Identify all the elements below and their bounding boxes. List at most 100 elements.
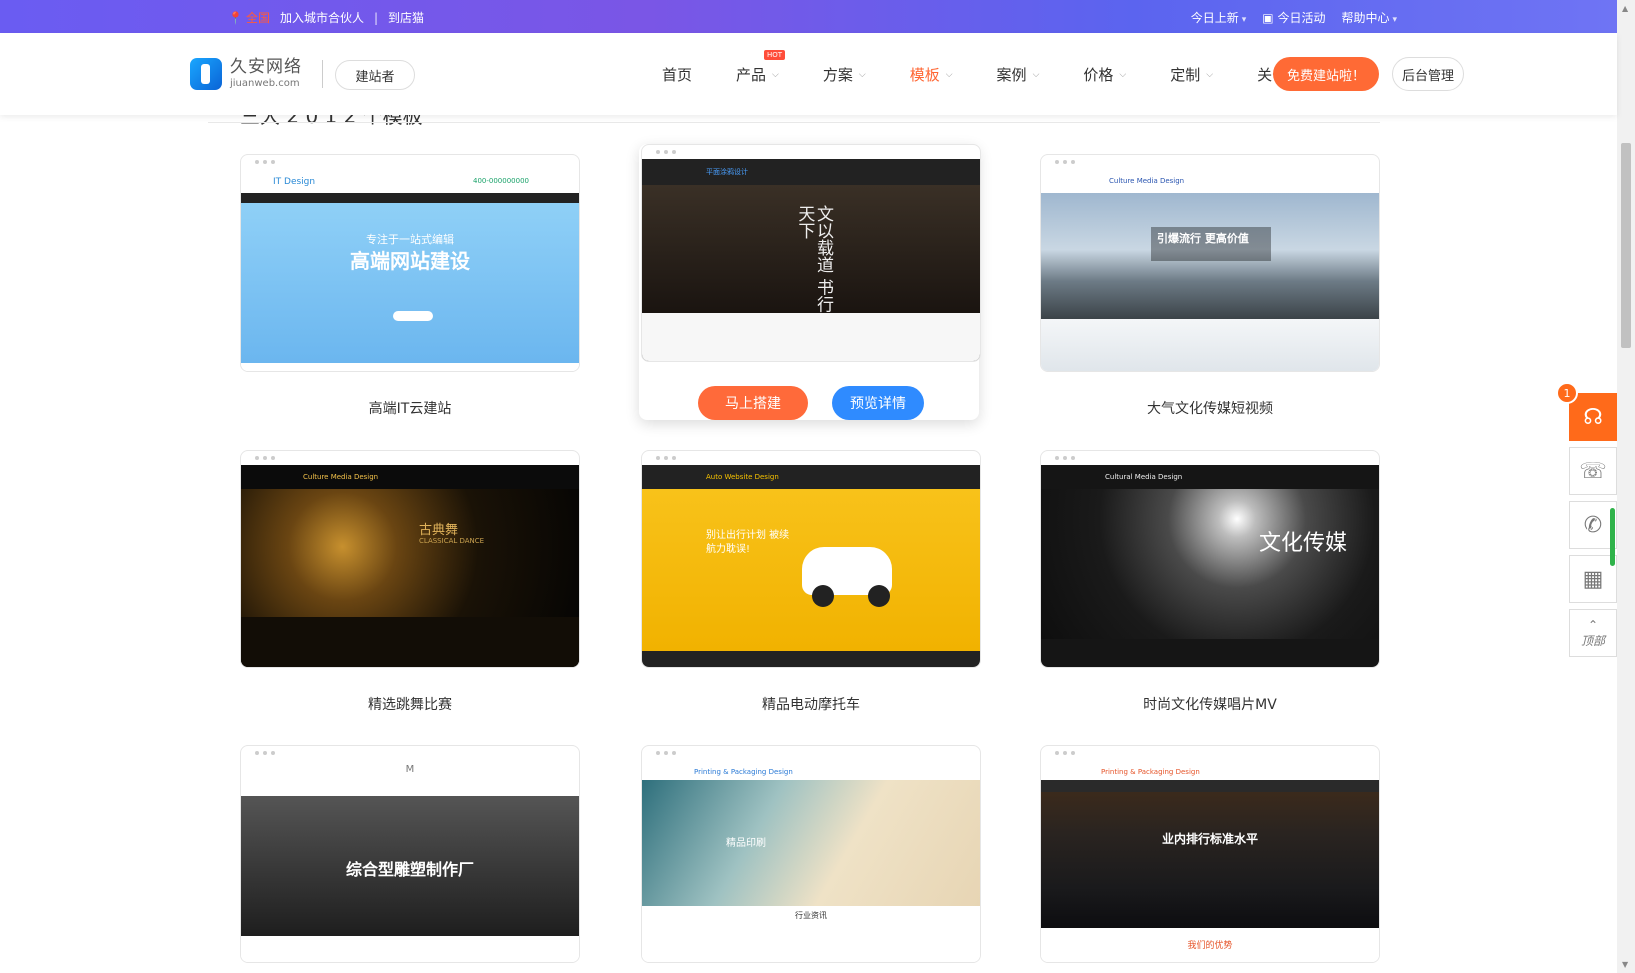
template-hero-title: 业内排行标准水平: [1161, 832, 1258, 846]
template-card[interactable]: Cultural Media Design 文化传媒 时尚文化传媒唱片MV: [1040, 450, 1380, 714]
builder-button[interactable]: 建站者: [335, 60, 415, 90]
nav-cases[interactable]: 案例 ⌵: [997, 64, 1040, 85]
admin-button[interactable]: 后台管理: [1392, 57, 1464, 91]
chevron-down-icon: ⌵: [1032, 69, 1040, 80]
window-dots: [1055, 456, 1075, 460]
gift-icon: ▣: [1262, 11, 1274, 25]
topbar-separator: |: [373, 10, 379, 25]
window-dots: [1055, 160, 1075, 164]
window-dots: [255, 160, 275, 164]
headset-icon: ☊: [1583, 404, 1603, 430]
location-pin-icon: 📍: [228, 10, 243, 25]
template-section-label: 行业资讯: [795, 911, 827, 920]
template-hero-title: 古典舞: [419, 523, 459, 538]
template-brand: Printing & Packaging Design: [1101, 768, 1200, 776]
chevron-down-icon: ⌵: [1119, 69, 1127, 80]
nav-templates[interactable]: 模板 ⌵: [910, 64, 953, 85]
template-card[interactable]: IT Design 400-000000000 专注于一站式编辑 高端网站建设 …: [240, 154, 580, 418]
logo-divider: [322, 60, 323, 88]
chevron-down-icon: ⌵: [772, 69, 779, 80]
template-brand: Auto Website Design: [706, 473, 779, 481]
arrow-up-icon: ⌃: [1587, 617, 1599, 632]
template-card[interactable]: M 综合型雕塑制作厂: [240, 745, 580, 963]
template-hero-sub: CLASSICAL DANCE: [419, 537, 485, 545]
template-preview[interactable]: M 综合型雕塑制作厂: [240, 745, 580, 963]
nav-home[interactable]: 首页: [662, 64, 692, 85]
template-card[interactable]: Culture Media Design 古典舞 CLASSICAL DANCE…: [240, 450, 580, 714]
template-preview[interactable]: Cultural Media Design 文化传媒: [1040, 450, 1380, 668]
top-promo-bar: 📍 全国 加入城市合伙人 | 到店猫 今日上新 ▾ ▣ 今日活动 帮助中心 ▾: [0, 0, 1617, 33]
window-dots: [255, 751, 275, 755]
chevron-down-icon: ▾: [1241, 15, 1247, 25]
customer-service-button[interactable]: 1 ☊: [1556, 382, 1617, 441]
wechat-button[interactable]: ☏: [1569, 447, 1617, 495]
scroll-down-icon[interactable]: ▼: [1622, 960, 1628, 969]
template-card[interactable]: Printing & Packaging Design 业内排行标准水平 我们的…: [1040, 745, 1380, 963]
nav-custom[interactable]: 定制 ⌵: [1170, 64, 1213, 85]
template-hero-title: 综合型雕塑制作厂: [345, 860, 474, 879]
nav-pricing[interactable]: 价格 ⌵: [1083, 64, 1126, 85]
section-divider: [208, 122, 1380, 123]
template-caption[interactable]: 精选跳舞比赛: [240, 694, 580, 714]
chevron-down-icon: ⌵: [1206, 69, 1214, 80]
free-build-button[interactable]: 免费建站啦！: [1273, 57, 1379, 91]
logo-mark-icon: [190, 58, 222, 90]
template-preview[interactable]: Auto Website Design 别让出行计划 被续航力耽误!: [641, 450, 981, 668]
window-dots: [656, 456, 676, 460]
build-now-button[interactable]: 马上搭建: [698, 386, 808, 420]
template-caption[interactable]: 时尚文化传媒唱片MV: [1040, 694, 1380, 714]
template-hero-title: 引爆流行 更高价值: [1151, 227, 1271, 261]
scrollbar-thumb[interactable]: [1621, 143, 1631, 348]
template-preview[interactable]: Culture Media Design 古典舞 CLASSICAL DANCE: [240, 450, 580, 668]
logo[interactable]: 久安网络 jiuanweb.com: [190, 58, 302, 90]
partner-link[interactable]: 加入城市合伙人: [280, 9, 364, 26]
logo-name: 久安网络: [230, 57, 302, 77]
template-hero-title: 文化传媒: [1259, 531, 1348, 556]
template-card[interactable]: Culture Media Design 引爆流行 更高价值 大气文化传媒短视频: [1040, 154, 1380, 418]
template-brand: Printing & Packaging Design: [694, 768, 793, 776]
hot-badge: HOT: [764, 50, 786, 60]
template-brand: Culture Media Design: [1109, 177, 1185, 185]
template-hero-title: 高端网站建设: [350, 249, 470, 273]
site-header: 久安网络 jiuanweb.com 建站者 首页 HOT 产品 ⌵ 方案 ⌵ 模板 ⌵ …: [0, 33, 1617, 115]
help-center-link[interactable]: 帮助中心 ▾: [1341, 9, 1397, 26]
template-preview[interactable]: 平面涂鸦设计 文以载道 书行天下: [641, 144, 981, 362]
template-preview[interactable]: Printing & Packaging Design 业内排行标准水平 我们的…: [1040, 745, 1380, 963]
template-caption[interactable]: 高端IT云建站: [240, 398, 580, 418]
nav-products[interactable]: HOT 产品 ⌵: [736, 50, 786, 85]
template-caption[interactable]: 大气文化传媒短视频: [1040, 398, 1380, 418]
main-nav: 首页 HOT产品⌵ 方案⌵ 模板⌵ 案例⌵ 价格⌵ 定制⌵ 关于: [662, 50, 1331, 85]
window-dots: [255, 456, 275, 460]
wechat-icon: ☏: [1579, 458, 1607, 484]
preview-details-button[interactable]: 预览详情: [832, 386, 924, 420]
template-hero-title: 文以载道 书行天下: [794, 205, 833, 313]
back-to-top-button[interactable]: ⌃ 顶部: [1569, 609, 1617, 657]
template-brand: IT Design: [273, 177, 316, 187]
template-preview[interactable]: IT Design 400-000000000 专注于一站式编辑 高端网站建设: [240, 154, 580, 372]
store-link[interactable]: 到店猫: [388, 9, 424, 26]
logo-domain: jiuanweb.com: [230, 78, 300, 89]
scrollbar[interactable]: ▲ ▼: [1617, 0, 1635, 973]
template-section-label: 我们的优势: [1187, 941, 1233, 951]
qrcode-icon: ▦: [1582, 566, 1604, 592]
scroll-up-icon[interactable]: ▲: [1622, 4, 1628, 13]
template-brand: 平面涂鸦设计: [706, 168, 748, 176]
template-actions: 马上搭建 预览详情: [641, 386, 981, 420]
window-dots: [656, 751, 676, 755]
window-dots: [656, 150, 676, 154]
nav-solutions[interactable]: 方案 ⌵: [823, 64, 866, 85]
scroll-accent: [1610, 508, 1615, 566]
today-activity-link[interactable]: ▣ 今日活动: [1262, 9, 1325, 26]
today-online-link[interactable]: 今日上新 ▾: [1191, 9, 1247, 26]
template-phone: 400-000000000: [473, 177, 529, 185]
location-selector[interactable]: 📍 全国: [228, 9, 270, 26]
template-preview[interactable]: Printing & Packaging Design 精品印刷 行业资讯: [641, 745, 981, 963]
template-brand: Cultural Media Design: [1105, 473, 1183, 481]
template-preview[interactable]: Culture Media Design 引爆流行 更高价值: [1040, 154, 1380, 372]
template-card[interactable]: Printing & Packaging Design 精品印刷 行业资讯: [641, 745, 981, 963]
window-dots: [1055, 751, 1075, 755]
template-card[interactable]: Auto Website Design 别让出行计划 被续航力耽误! 精品电动摩…: [641, 450, 981, 714]
template-caption[interactable]: 精品电动摩托车: [641, 694, 981, 714]
chevron-down-icon: ⌵: [945, 69, 953, 80]
wheel-icon: [868, 585, 890, 607]
